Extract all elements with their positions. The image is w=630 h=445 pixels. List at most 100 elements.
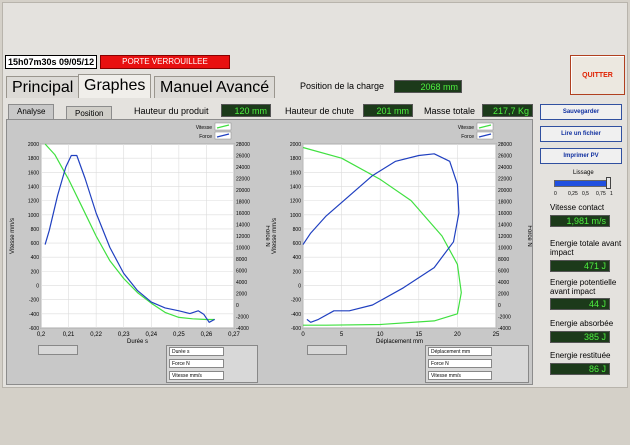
- y2-tick-label: 18000: [236, 200, 250, 206]
- y2-tick-label: 6000: [236, 269, 247, 275]
- y-tick-label: 1400: [28, 184, 39, 190]
- x-tick-label: 20: [454, 332, 461, 338]
- y2-tick-label: 12000: [498, 234, 512, 240]
- energie-totale-label: Energie totale avant impact: [550, 239, 622, 257]
- y2-tick-label: 24000: [236, 165, 250, 171]
- save-button[interactable]: Sauvegarder: [540, 104, 622, 120]
- x-tick-label: 10: [377, 332, 384, 338]
- y2-tick-label: 22000: [236, 177, 250, 183]
- graph-palette-right[interactable]: [307, 345, 347, 355]
- y2-tick-label: 26000: [498, 154, 512, 160]
- y-tick-label: 2000: [28, 142, 39, 148]
- x-tick-label: 25: [493, 332, 500, 338]
- y2-tick-label: -2000: [236, 315, 249, 321]
- hauteur-chute-label: Hauteur de chute: [285, 106, 355, 116]
- tab-analyse[interactable]: Analyse: [8, 104, 55, 120]
- x-tick-label: 0,27: [228, 332, 240, 338]
- y-tick-label: -200: [291, 298, 301, 304]
- y2-tick-label: 16000: [498, 211, 512, 217]
- plot-control-vitesse-2[interactable]: Vitesse mm/s: [428, 371, 492, 380]
- datetime-display: 15h07m30s 09/05/12: [5, 55, 97, 69]
- x-axis-label: Durée s: [127, 339, 148, 344]
- plot-control-deplacement[interactable]: Déplacement mm: [428, 347, 492, 356]
- x-tick-label: 0: [301, 332, 305, 338]
- x-tick-label: 0,22: [90, 332, 102, 338]
- y2-tick-label: 8000: [236, 257, 247, 263]
- hauteur-produit-label: Hauteur du produit: [134, 106, 209, 116]
- y2-tick-label: 14000: [498, 223, 512, 229]
- plot-control-vitesse[interactable]: Vitesse mm/s: [169, 371, 224, 380]
- charge-position-label: Position de la charge: [300, 81, 385, 91]
- tab-graphes[interactable]: Graphes: [78, 74, 152, 98]
- y2-tick-label: 20000: [498, 188, 512, 194]
- tab-position[interactable]: Position: [66, 106, 113, 120]
- lissage-tick: 0,5: [582, 191, 589, 197]
- y2-tick-label: -2000: [498, 315, 511, 321]
- y-tick-label: 1000: [290, 213, 301, 219]
- energie-restituee-value: 86 J: [550, 363, 610, 375]
- legend-label: Force: [461, 134, 474, 140]
- lissage-slider[interactable]: [554, 180, 610, 187]
- energie-totale-value: 471 J: [550, 260, 610, 272]
- y-tick-label: 600: [293, 241, 302, 247]
- y2-tick-label: 18000: [498, 200, 512, 206]
- lissage-slider-handle[interactable]: [606, 177, 611, 189]
- y2-tick-label: 26000: [236, 154, 250, 160]
- y2-tick-label: 0: [236, 303, 239, 309]
- lissage-tick: 0,25: [568, 191, 578, 197]
- y2-tick-label: 2000: [498, 292, 509, 298]
- plot-control-force[interactable]: Force N: [169, 359, 224, 368]
- y2-axis-label: Force N: [526, 225, 532, 246]
- lissage-label: Lissage: [573, 170, 594, 176]
- y2-tick-label: 10000: [236, 246, 250, 252]
- y-axis-label: Vitesse mm/s: [10, 218, 16, 254]
- plot-control-force-2[interactable]: Force N: [428, 359, 492, 368]
- read-file-button[interactable]: Lire un fichier: [540, 126, 622, 142]
- energie-restituee-label: Energie restituée: [550, 351, 611, 360]
- y2-tick-label: 22000: [498, 177, 512, 183]
- chart-duree: 0,2 0,21 0,22 0,23 0,24 0,25 0,26 0,27200018001…: [10, 122, 270, 344]
- x-tick-label: 0,2: [37, 332, 46, 338]
- energie-absorbee-value: 385 J: [550, 331, 610, 343]
- lissage-tick: 0: [554, 191, 557, 197]
- y-tick-label: 0: [298, 284, 301, 290]
- x-tick-label: 0,23: [118, 332, 130, 338]
- y-tick-label: 0: [36, 284, 39, 290]
- y2-tick-label: 28000: [236, 142, 250, 148]
- plot-area: [302, 143, 497, 329]
- tab-principal[interactable]: Principal: [6, 76, 80, 98]
- y2-tick-label: 16000: [236, 211, 250, 217]
- y2-tick-label: -4000: [236, 326, 249, 332]
- y-tick-label: 2000: [290, 142, 301, 148]
- print-pv-button[interactable]: Imprimer PV: [540, 148, 622, 164]
- y-tick-label: -600: [291, 326, 301, 332]
- plot-area: [40, 143, 235, 329]
- y-tick-label: -400: [291, 312, 301, 318]
- y2-tick-label: 4000: [498, 280, 509, 286]
- x-tick-label: 5: [340, 332, 344, 338]
- plot-control-duree[interactable]: Durée s: [169, 347, 224, 356]
- vitesse-contact-label: Vitesse contact: [550, 203, 605, 212]
- x-tick-label: 15: [415, 332, 422, 338]
- y-tick-label: -600: [29, 326, 39, 332]
- y2-tick-label: 0: [498, 303, 501, 309]
- y2-tick-label: 14000: [236, 223, 250, 229]
- lissage-tick: 1: [610, 191, 613, 197]
- y2-tick-label: 6000: [498, 269, 509, 275]
- y2-tick-label: 12000: [236, 234, 250, 240]
- y-tick-label: 1600: [28, 170, 39, 176]
- quit-button[interactable]: QUITTER: [570, 55, 625, 95]
- y-tick-label: -200: [29, 298, 39, 304]
- y2-tick-label: 8000: [498, 257, 509, 263]
- graph-palette-left[interactable]: [38, 345, 78, 355]
- y-tick-label: 600: [31, 241, 40, 247]
- lissage-tick: 0,75: [596, 191, 606, 197]
- y-tick-label: 800: [293, 227, 302, 233]
- hauteur-chute-value: 201 mm: [363, 104, 413, 117]
- masse-totale-label: Masse totale: [424, 106, 476, 116]
- y-tick-label: 1000: [28, 213, 39, 219]
- x-axis-label: Déplacement mm: [376, 339, 423, 344]
- x-tick-label: 0,21: [63, 332, 75, 338]
- tab-manuel-avance[interactable]: Manuel Avancé: [154, 76, 276, 98]
- legend-label: Force: [199, 134, 212, 140]
